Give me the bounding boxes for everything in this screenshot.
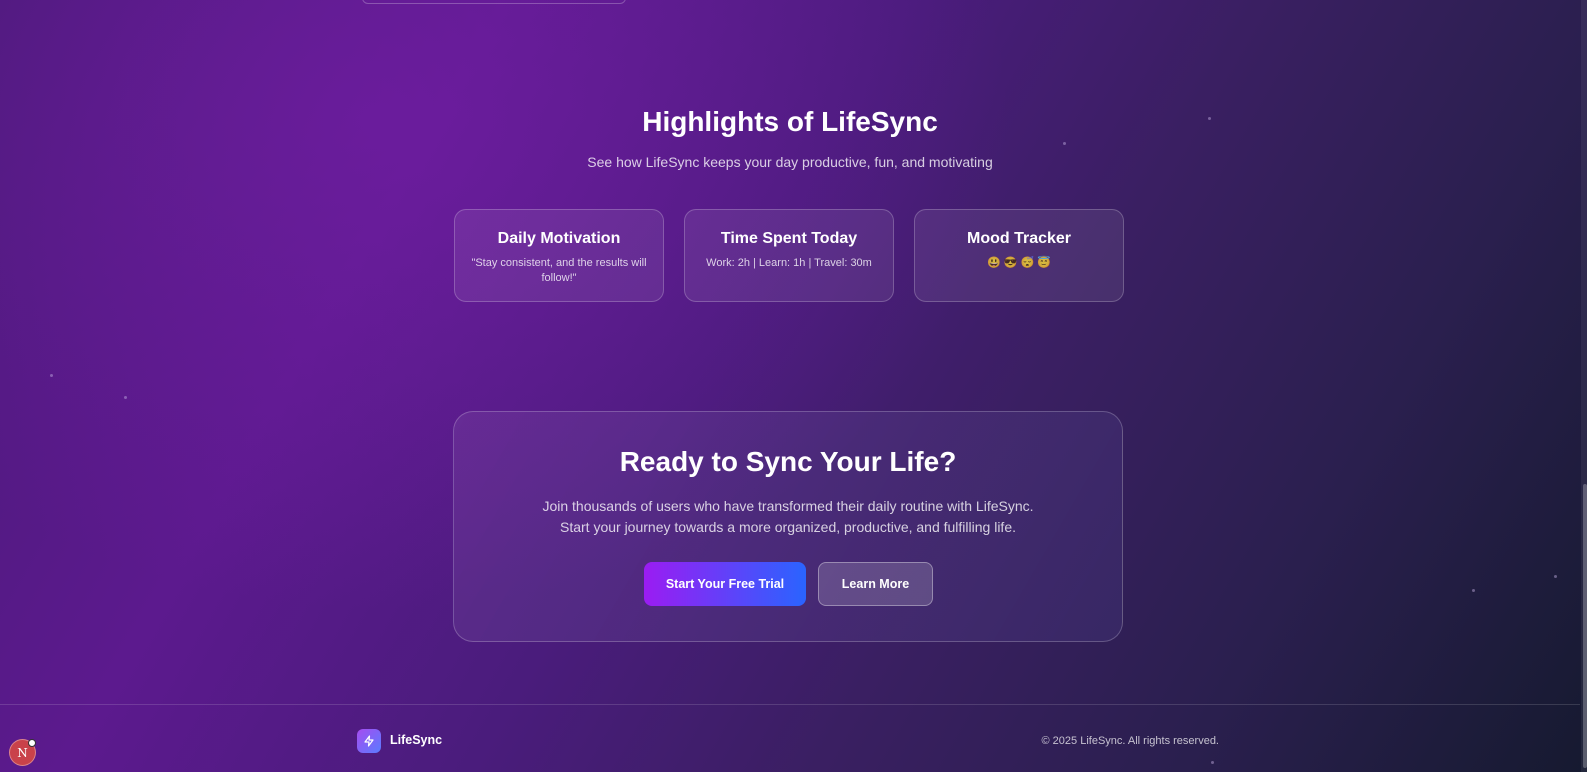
mood-emojis: 😃 😎 😴 😇	[987, 257, 1051, 269]
card-time-spent-today: Time Spent Today Work: 2h | Learn: 1h | …	[684, 209, 894, 302]
lightning-icon	[357, 729, 381, 753]
background-star	[50, 374, 53, 377]
background-star	[1472, 589, 1475, 592]
card-title: Time Spent Today	[720, 230, 858, 247]
cta-description: Join thousands of users who have transfo…	[454, 496, 1122, 538]
background-star	[1554, 575, 1557, 578]
card-mood-tracker: Mood Tracker 😃 😎 😴 😇	[914, 209, 1124, 302]
learn-more-button[interactable]: Learn More	[818, 562, 933, 606]
cta-title: Ready to Sync Your Life?	[619, 446, 957, 477]
cta-description-line: Join thousands of users who have transfo…	[542, 498, 1034, 514]
background-star	[1063, 142, 1066, 145]
cta-section: Ready to Sync Your Life? Join thousands …	[453, 411, 1123, 642]
cta-description-line: Start your journey towards a more organi…	[559, 519, 1016, 535]
card-daily-motivation: Daily Motivation "Stay consistent, and t…	[454, 209, 664, 302]
avatar-status-dot	[28, 739, 36, 747]
start-free-trial-button[interactable]: Start Your Free Trial	[644, 562, 806, 606]
footer-divider	[0, 704, 1580, 705]
scrollbar-track[interactable]	[1581, 0, 1587, 772]
previous-section-edge	[362, 0, 626, 4]
background-star	[1211, 761, 1214, 764]
card-text: "Stay consistent, and the results will f…	[471, 257, 647, 284]
card-title: Mood Tracker	[966, 230, 1072, 247]
footer-brand-name[interactable]: LifeSync	[390, 733, 442, 747]
card-title: Daily Motivation	[497, 230, 621, 247]
card-text: Work: 2h | Learn: 1h | Travel: 30m	[706, 257, 872, 269]
highlights-title: Highlights of LifeSync	[642, 106, 938, 137]
background-star	[124, 396, 127, 399]
scrollbar-thumb[interactable]	[1583, 484, 1587, 768]
highlights-subtitle: See how LifeSync keeps your day producti…	[587, 154, 993, 170]
footer-copyright: © 2025 LifeSync. All rights reserved.	[1041, 735, 1219, 747]
